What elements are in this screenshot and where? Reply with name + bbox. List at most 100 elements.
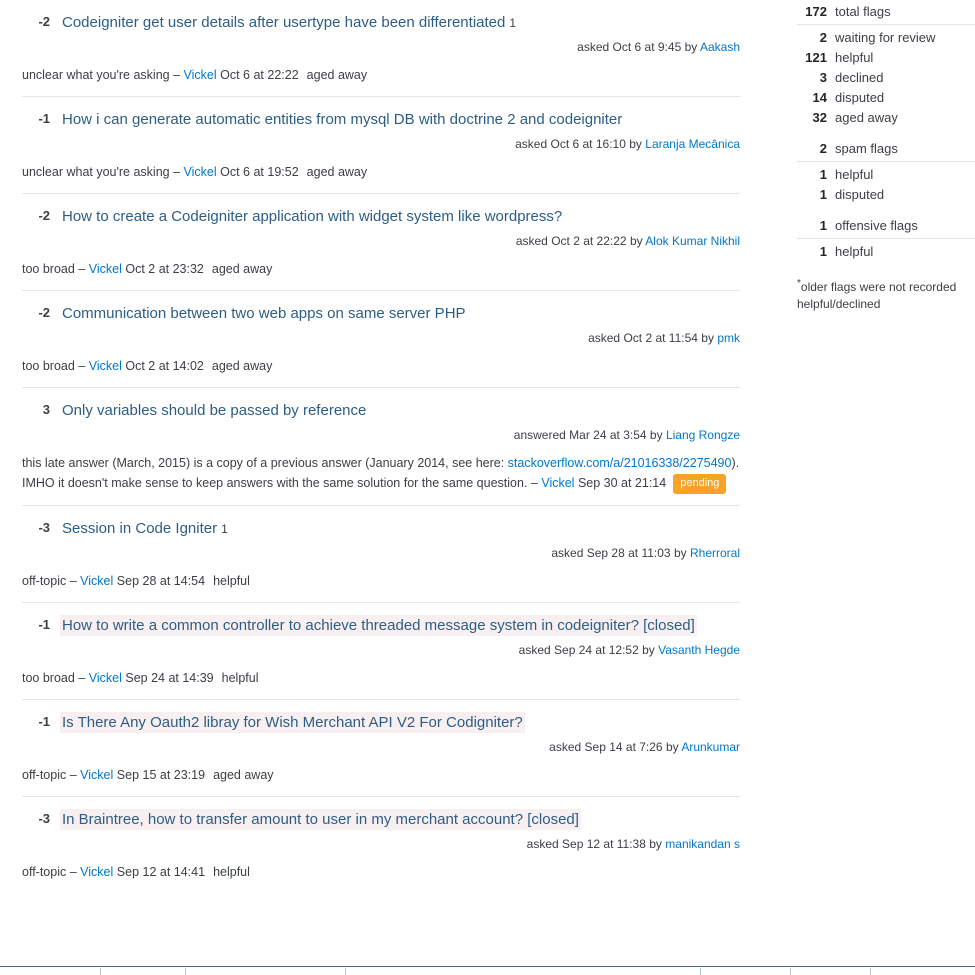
post-score: -1 (38, 714, 50, 729)
post-action: asked (515, 137, 548, 151)
post-title-box: Is There Any Oauth2 libray for Wish Merc… (62, 714, 523, 731)
flagger-link[interactable]: Vickel (80, 865, 113, 879)
flag-comment-line: too broad – Vickel Oct 2 at 23:32 aged aw… (0, 250, 762, 290)
flag-count: 2 (819, 141, 827, 156)
flagger-link[interactable]: Vickel (89, 359, 122, 373)
post-author-link[interactable]: Alok Kumar Nikhil (645, 234, 740, 248)
post-score: -3 (38, 811, 50, 826)
flag-outcome: helpful (213, 574, 250, 588)
post-meta-line: asked Sep 24 at 12:52 by Vasanth Hegde (0, 638, 762, 659)
flag-label: disputed (835, 90, 885, 105)
flag-dash: – (173, 165, 181, 179)
flagger-link[interactable]: Vickel (89, 671, 122, 685)
flag-history-page: -2 Codeigniter get user details after use… (0, 0, 975, 975)
flag-count: 172 (805, 4, 827, 19)
flag-reason: off-topic (22, 574, 67, 588)
post-date: Oct 2 at 22:22 (551, 234, 627, 248)
post-action: asked (526, 837, 559, 851)
post-date: Sep 28 at 11:03 (586, 546, 671, 560)
post-action: asked (577, 40, 610, 54)
post-author-link[interactable]: Rherroral (690, 546, 740, 560)
post-title-link[interactable]: How to write a common controller to achi… (62, 617, 695, 634)
post-meta-line: asked Oct 2 at 11:54 by pmk (0, 326, 762, 347)
post-title-box: Codeigniter get user details after usert… (62, 14, 505, 31)
flag-outcome: aged away (211, 359, 273, 373)
post-meta-line: asked Sep 28 at 11:03 by Rherroral (0, 541, 762, 562)
flagger-link[interactable]: Vickel (89, 262, 122, 276)
footnote-text: older flags were not recorded helpful/de… (797, 280, 957, 311)
post-title-link[interactable]: Codeigniter get user details after usert… (62, 14, 505, 31)
post-date: Sep 24 at 12:52 (554, 643, 639, 657)
flag-dash: – (78, 671, 86, 685)
flag-summary-header-row: 172 total flags (797, 2, 975, 22)
post-title-link[interactable]: How i can generate automatic entities fr… (62, 111, 622, 128)
flag-comment-link[interactable]: stackoverflow.com/a/21016338/2275490 (508, 456, 732, 470)
post-author-link[interactable]: manikandan s (665, 837, 740, 851)
flag-label: helpful (835, 167, 874, 182)
post-title-wrap: Is There Any Oauth2 libray for Wish Merc… (50, 711, 740, 735)
flag-row: -1 Is There Any Oauth2 libray for Wish Me… (0, 699, 762, 796)
flag-row: -3 Session in Code Igniter 1 asked Sep 28 a… (0, 505, 762, 602)
post-author-link[interactable]: pmk (717, 331, 740, 345)
flag-comment-line: too broad – Vickel Oct 2 at 14:02 aged aw… (0, 347, 762, 387)
flag-list: -2 Codeigniter get user details after use… (0, 0, 762, 893)
flag-label: offensive flags (835, 218, 918, 233)
post-title-wrap: Only variables should be passed by refer… (50, 399, 740, 423)
flag-reason: off-topic (22, 768, 67, 782)
flagger-link[interactable]: Vickel (184, 68, 217, 82)
post-author-link[interactable]: Liang Rongze (666, 428, 740, 442)
post-title-link[interactable]: Is There Any Oauth2 libray for Wish Merc… (62, 714, 523, 731)
flag-dash: – (173, 68, 181, 82)
strip-tick (185, 968, 186, 975)
post-author-link[interactable]: Laranja Mecânica (645, 137, 740, 151)
flagger-link[interactable]: Vickel (80, 574, 113, 588)
flag-label: helpful (835, 50, 874, 65)
flag-date: Oct 6 at 19:52 (220, 165, 299, 179)
post-title-wrap: How to write a common controller to achi… (50, 614, 740, 638)
post-author-link[interactable]: Arunkumar (681, 740, 740, 754)
post-score: -2 (38, 305, 50, 320)
post-title-link[interactable]: Only variables should be passed by refer… (62, 402, 366, 419)
post-title-link[interactable]: Session in Code Igniter (62, 520, 217, 537)
post-title-box: How to write a common controller to achi… (62, 617, 695, 634)
summary-footnote: *older flags were not recorded helpful/d… (797, 275, 975, 313)
flag-row: -1 How i can generate automatic entities … (0, 96, 762, 193)
flagger-link[interactable]: Vickel (541, 476, 574, 490)
post-title-link[interactable]: How to create a Codeigniter application … (62, 208, 562, 225)
post-title-wrap: Codeigniter get user details after usert… (50, 11, 740, 35)
post-title-link[interactable]: In Braintree, how to transfer amount to … (62, 811, 579, 828)
post-score: -1 (38, 617, 50, 632)
answer-count: 1 (221, 522, 228, 536)
strip-tick (870, 968, 871, 975)
flag-row: -1 How to write a common controller to ac… (0, 602, 762, 699)
flag-count: 1 (819, 218, 827, 233)
by-word: by (665, 740, 679, 754)
flag-outcome: aged away (306, 68, 368, 82)
post-score: 3 (42, 402, 50, 417)
flagger-link[interactable]: Vickel (184, 165, 217, 179)
flag-label: declined (835, 70, 884, 85)
summary-divider (797, 24, 975, 25)
post-score: -2 (38, 14, 50, 29)
by-word: by (629, 137, 642, 151)
flag-row: -2 Communication between two web apps on … (0, 290, 762, 387)
post-author-link[interactable]: Aakash (700, 40, 740, 54)
flag-summary-row: 14 disputed (797, 88, 975, 108)
flag-comment-line: unclear what you're asking – Vickel Oct … (0, 153, 762, 193)
post-action: asked (588, 331, 621, 345)
post-author-link[interactable]: Vasanth Hegde (658, 643, 740, 657)
flagger-link[interactable]: Vickel (80, 768, 113, 782)
flag-summary-row: 1 disputed (797, 185, 975, 205)
flag-label: total flags (835, 4, 891, 19)
flag-row: -3 In Braintree, how to transfer amount t… (0, 796, 762, 893)
flag-row: 3 Only variables should be passed by refe… (0, 387, 762, 505)
post-title-wrap: How i can generate automatic entities fr… (50, 108, 740, 132)
flag-dash: – (78, 359, 86, 373)
post-action: asked (551, 546, 584, 560)
flag-date: Oct 2 at 23:32 (125, 262, 204, 276)
flag-comment-part1: this late answer (March, 2015) is a copy… (22, 456, 508, 470)
strip-tick (345, 968, 346, 975)
flag-count: 14 (812, 90, 827, 105)
flag-count: 32 (812, 110, 827, 125)
post-title-link[interactable]: Communication between two web apps on sa… (62, 305, 466, 322)
